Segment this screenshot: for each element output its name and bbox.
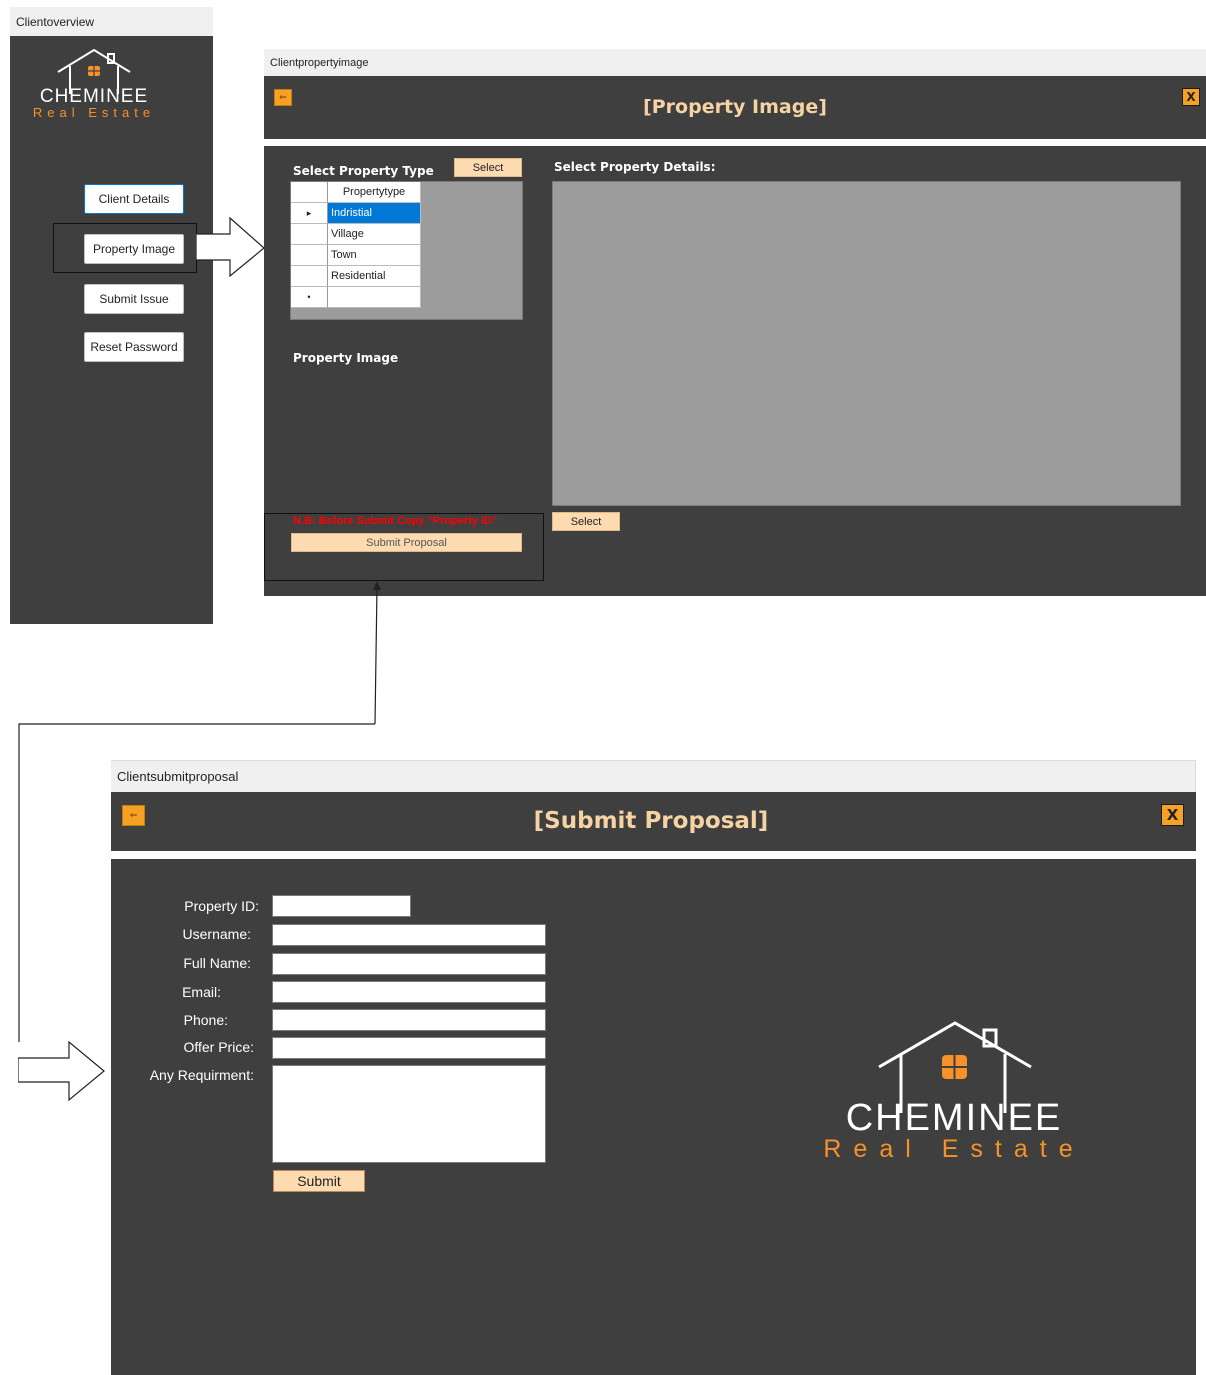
close-button[interactable]: X (1161, 804, 1184, 826)
property-image-titlebar[interactable]: Clientpropertyimage (264, 49, 1206, 76)
property-image-window-title: Clientpropertyimage (270, 56, 369, 69)
logo-subtitle: Real Estate (823, 1135, 1085, 1163)
header-separator (264, 139, 1206, 146)
row-marker[interactable]: ▸ (291, 203, 328, 224)
overview-logo: CHEMINEE Real Estate (28, 46, 160, 122)
header-separator (111, 851, 1196, 859)
submit-button[interactable]: Submit (273, 1170, 365, 1192)
submit-proposal-button[interactable]: Submit Proposal (291, 533, 522, 552)
property-image-body: Select Property Type Select Propertytype… (264, 146, 1206, 596)
table-row[interactable]: Town (291, 245, 421, 266)
row-marker[interactable] (291, 245, 328, 266)
submit-proposal-window: Clientsubmitproposal ⇐ [Submit Proposal]… (111, 760, 1196, 1375)
overview-panel: CHEMINEE Real Estate Client Details Prop… (10, 36, 213, 624)
copy-note: N.B: Before Submit Copy "Property ID" (293, 515, 498, 527)
phone-input[interactable] (272, 1009, 546, 1031)
row-marker[interactable]: • (291, 287, 328, 308)
select-property-details-label: Select Property Details: (554, 160, 716, 174)
page-title: [Property Image] (643, 96, 827, 118)
grid-column-header[interactable]: Propertytype (328, 182, 421, 203)
overview-titlebar[interactable]: Clientoverview (10, 7, 213, 36)
flow-arrow-right-icon (196, 216, 265, 278)
grid-cell[interactable]: Residential (328, 266, 421, 287)
close-button[interactable]: X (1182, 88, 1200, 106)
grid-cell[interactable]: Village (328, 224, 421, 245)
full-name-label: Full Name: (183, 955, 251, 971)
phone-label: Phone: (183, 1012, 228, 1028)
property-image-highlight (53, 223, 197, 273)
username-label: Username: (182, 926, 251, 942)
flow-arrow-right-icon (18, 1040, 105, 1102)
email-input[interactable] (272, 981, 546, 1003)
submit-proposal-window-title: Clientsubmitproposal (117, 769, 239, 784)
table-row[interactable]: Residential (291, 266, 421, 287)
select-details-button[interactable]: Select (552, 512, 620, 531)
grid-header-row: Propertytype (291, 182, 421, 203)
offer-price-label: Offer Price: (183, 1039, 254, 1055)
property-id-input[interactable] (272, 895, 411, 917)
grid-cell[interactable]: Indristial (328, 203, 421, 224)
logo-subtitle: Real Estate (32, 105, 156, 120)
overview-window: Clientoverview CHEMINEE Real Estate Clie… (10, 7, 213, 624)
select-type-button[interactable]: Select (454, 158, 522, 177)
grid-cell[interactable]: Town (328, 245, 421, 266)
table-row[interactable]: Village (291, 224, 421, 245)
grid-cell[interactable] (328, 287, 421, 308)
property-image-window: Clientpropertyimage ⇐ [Property Image] X… (264, 49, 1206, 596)
logo-wordmark: CHEMINEE (845, 1097, 1063, 1139)
row-marker[interactable] (291, 224, 328, 245)
full-name-input[interactable] (272, 953, 546, 975)
submit-issue-button[interactable]: Submit Issue (84, 284, 184, 314)
submit-proposal-header: ⇐ [Submit Proposal] X (111, 792, 1196, 851)
submit-proposal-titlebar[interactable]: Clientsubmitproposal (111, 760, 1196, 792)
requirement-textarea[interactable] (272, 1065, 546, 1163)
requirement-label: Any Requirment: (149, 1067, 254, 1083)
table-row[interactable]: • (291, 287, 421, 308)
property-id-label: Property ID: (184, 898, 259, 914)
username-input[interactable] (272, 924, 546, 946)
property-image-header: ⇐ [Property Image] X (264, 76, 1206, 139)
property-image-label: Property Image (293, 351, 399, 365)
email-label: Email: (182, 984, 221, 1000)
table-row[interactable]: ▸ Indristial (291, 203, 421, 224)
reset-password-button[interactable]: Reset Password (84, 332, 184, 362)
grid-corner (291, 182, 328, 203)
proposal-logo: CHEMINEE Real Estate (823, 1017, 1085, 1163)
row-marker[interactable] (291, 266, 328, 287)
overview-window-title: Clientoverview (16, 14, 95, 29)
submit-proposal-body: Property ID: Username: Full Name: Email:… (111, 859, 1196, 1375)
client-details-button[interactable]: Client Details (84, 184, 184, 214)
property-type-grid: Propertytype ▸ Indristial Village Town R… (290, 181, 523, 320)
offer-price-input[interactable] (272, 1037, 546, 1059)
page-title: [Submit Proposal] (533, 808, 769, 834)
property-details-grid[interactable] (552, 181, 1181, 506)
select-property-type-label: Select Property Type (293, 164, 434, 178)
